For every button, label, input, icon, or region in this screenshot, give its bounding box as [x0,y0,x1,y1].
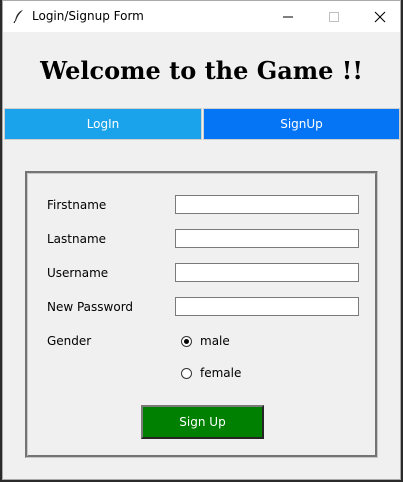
sign-up-button[interactable]: Sign Up [141,405,264,439]
radio-checked-icon[interactable] [181,335,192,347]
maximize-button[interactable] [311,1,357,32]
minimize-button[interactable] [265,1,311,32]
tab-signup[interactable]: SignUp [203,108,400,140]
title-bar: Login/Signup Form [3,1,400,32]
lastname-label: Lastname [47,232,107,246]
tab-login[interactable]: LogIn [4,108,202,140]
username-input[interactable] [175,263,359,282]
minimize-icon [283,16,293,17]
new-password-label: New Password [47,300,134,314]
gender-male-label: male [200,334,230,348]
gender-option-male[interactable]: male [181,334,230,348]
close-button[interactable] [357,1,403,32]
radio-unchecked-icon[interactable] [181,367,192,379]
app-window: Login/Signup Form Welcome to the Game !!… [2,0,401,480]
gender-female-label: female [200,366,242,380]
firstname-label: Firstname [47,198,107,212]
lastname-input[interactable] [175,229,359,248]
gender-label: Gender [47,334,92,348]
welcome-heading: Welcome to the Game !! [40,56,363,85]
new-password-input[interactable] [175,297,359,316]
close-icon [374,11,386,22]
window-title: Login/Signup Form [32,9,144,23]
maximize-icon [329,11,339,22]
feather-icon [11,8,27,24]
username-label: Username [47,266,109,280]
gender-option-female[interactable]: female [181,366,241,380]
firstname-input[interactable] [175,195,359,214]
